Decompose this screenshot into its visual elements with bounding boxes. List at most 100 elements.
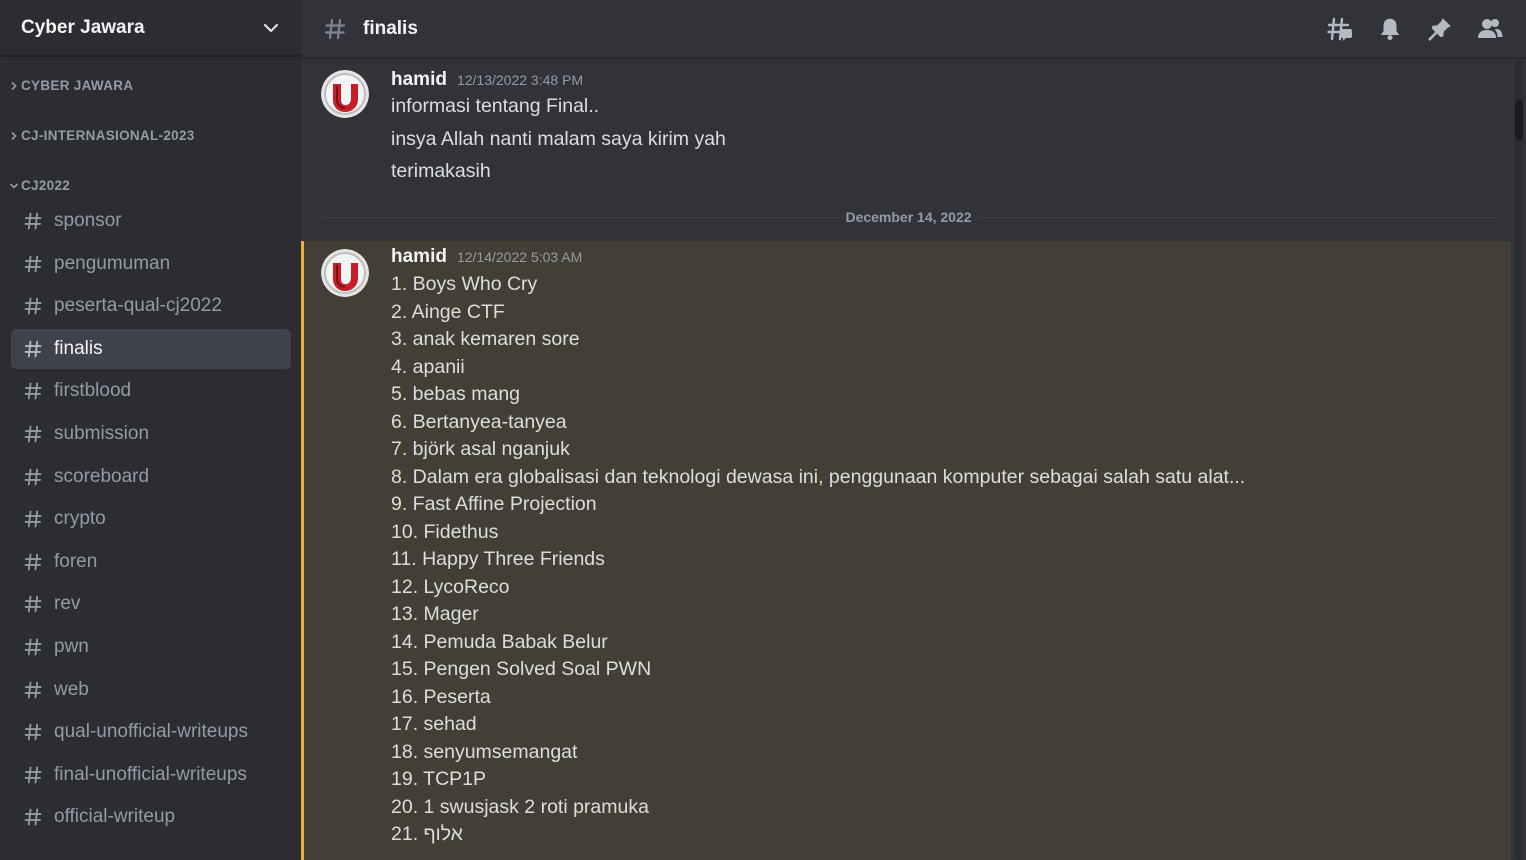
- hash-icon: [24, 297, 42, 315]
- message-line: 1. Boys Who Cry: [391, 273, 538, 295]
- message-line: 7. björk asal nganjuk: [391, 438, 570, 460]
- message-line: 8. Dalam era globalisasi dan teknologi d…: [391, 465, 1246, 488]
- date-divider-label: December 14, 2022: [839, 209, 978, 225]
- author-name[interactable]: hamid: [391, 246, 447, 268]
- message-line: 9. Fast Affine Projection: [391, 493, 597, 515]
- timestamp: 12/13/2022 3:48 PM: [456, 72, 584, 88]
- category-label: CJ-INTERNASIONAL-2023: [21, 128, 195, 143]
- message-line: 18. senyumsemangat: [391, 740, 578, 763]
- channel-item-qual-unofficial-writeups[interactable]: qual-unofficial-writeups: [11, 712, 291, 752]
- scrollbar-thumb[interactable]: [1515, 100, 1523, 140]
- hash-icon: [24, 340, 42, 358]
- author-name[interactable]: hamid: [391, 69, 447, 91]
- message-line: 16. Peserta: [391, 685, 491, 708]
- category-cj-internasional-2023[interactable]: CJ-INTERNASIONAL-2023: [8, 128, 195, 143]
- scrollbar[interactable]: [1515, 60, 1523, 860]
- chevron-right-icon: [11, 131, 17, 140]
- message-line: 5. bebas mang: [391, 383, 521, 405]
- message-header: hamid 12/14/2022 5:03 AM: [391, 246, 582, 268]
- chat-area: finalis hamid 12/13/2022 3:48 PM informa…: [301, 0, 1526, 860]
- channel-item-foren[interactable]: foren: [11, 542, 291, 582]
- message-line: 20. 1 swusjask 2 roti pramuka: [391, 795, 649, 818]
- hash-icon: [24, 638, 42, 656]
- message-line: 21. אלוף: [391, 823, 463, 845]
- message-line: 10. Fidethus: [391, 520, 499, 543]
- channel-item-pwn[interactable]: pwn: [11, 627, 291, 667]
- threads-icon[interactable]: [1326, 15, 1354, 43]
- message-line: informasi tentang Final..: [391, 95, 600, 117]
- channel-label: sponsor: [54, 210, 122, 231]
- server-name: Cyber Jawara: [21, 16, 145, 38]
- channel-item-rev[interactable]: rev: [11, 584, 291, 624]
- channel-item-final-unofficial-writeups[interactable]: final-unofficial-writeups: [11, 755, 291, 795]
- channel-item-firstblood[interactable]: firstblood: [11, 371, 291, 411]
- message-line: 13. Mager: [391, 603, 479, 625]
- channel-label: scoreboard: [54, 465, 150, 487]
- message-line: 17. sehad: [391, 713, 477, 735]
- hash-icon: [24, 212, 42, 230]
- hash-icon: [24, 808, 42, 826]
- message-line: 19. TCP1P: [391, 768, 487, 790]
- category-label: CYBER JAWARA: [21, 78, 134, 93]
- channel-item-web[interactable]: web: [11, 670, 291, 710]
- chevron-down-icon: [9, 182, 19, 189]
- category-label: CJ2022: [21, 178, 71, 193]
- message-header: hamid 12/13/2022 3:48 PM: [391, 69, 583, 91]
- channel-label: rev: [54, 593, 81, 615]
- chevron-right-icon: [11, 81, 17, 90]
- hash-icon: [24, 595, 42, 613]
- channel-label: foren: [54, 550, 98, 572]
- avatar[interactable]: [321, 249, 369, 297]
- date-divider: December 14, 2022: [321, 209, 1496, 225]
- message[interactable]: hamid 12/13/2022 3:48 PM informasi tenta…: [301, 59, 1511, 209]
- message-list[interactable]: hamid 12/13/2022 3:48 PM informasi tenta…: [301, 59, 1526, 860]
- channel-label: official-writeup: [54, 806, 176, 828]
- members-icon[interactable]: [1476, 15, 1504, 43]
- hash-icon: [24, 681, 42, 699]
- channel-label: peserta-qual-cj2022: [54, 295, 222, 317]
- channel-title: finalis: [363, 17, 418, 39]
- pin-icon[interactable]: [1426, 15, 1454, 43]
- header-toolbar: [1326, 0, 1526, 58]
- message-line: 4. apanii: [391, 355, 465, 378]
- channel-sidebar: Cyber Jawara CYBER JAWARA CJ-INTERNASION…: [0, 0, 301, 860]
- chevron-down-icon[interactable]: [261, 18, 281, 38]
- channel-header: finalis: [301, 0, 1526, 58]
- channel-item-finalis[interactable]: finalis: [11, 328, 291, 369]
- channel-item-crypto[interactable]: crypto: [11, 499, 291, 539]
- channel-label: submission: [54, 423, 150, 444]
- message-line: 14. Pemuda Babak Belur: [391, 630, 608, 653]
- channel-label: qual-unofficial-writeups: [54, 721, 248, 743]
- channel-item-pengumuman[interactable]: pengumuman: [11, 244, 291, 284]
- message-line: 6. Bertanyea-tanyea: [391, 410, 567, 433]
- channel-label: web: [54, 678, 89, 700]
- avatar[interactable]: [321, 70, 369, 118]
- message-line: 11. Happy Three Friends: [391, 548, 605, 570]
- message-line: 2. Ainge CTF: [391, 300, 505, 323]
- hash-icon: [24, 382, 42, 400]
- channel-label: finalis: [54, 337, 103, 359]
- hash-icon: [24, 723, 42, 741]
- channel-label: pengumuman: [54, 252, 171, 274]
- discord-window: Cyber Jawara CYBER JAWARA CJ-INTERNASION…: [0, 0, 1526, 860]
- channel-item-scoreboard[interactable]: scoreboard: [11, 457, 291, 497]
- channel-label: firstblood: [54, 380, 132, 402]
- channel-item-submission[interactable]: submission: [11, 414, 291, 454]
- hash-icon: [24, 425, 42, 443]
- server-header[interactable]: Cyber Jawara: [0, 0, 301, 56]
- channel-item-sponsor[interactable]: sponsor: [11, 201, 291, 241]
- channel-item-peserta-qual-cj2022[interactable]: peserta-qual-cj2022: [11, 286, 291, 326]
- category-cyber-jawara[interactable]: CYBER JAWARA: [8, 78, 133, 93]
- channel-item-official-writeup[interactable]: official-writeup: [11, 797, 291, 837]
- message-highlighted[interactable]: hamid 12/14/2022 5:03 AM 1. Boys Who Cry…: [301, 241, 1511, 860]
- category-cj2022[interactable]: CJ2022: [8, 178, 70, 193]
- channel-label: final-unofficial-writeups: [54, 763, 247, 785]
- hash-icon: [24, 255, 42, 273]
- bell-icon[interactable]: [1376, 15, 1404, 43]
- message-line: 12. LycoReco: [391, 575, 510, 598]
- hash-icon: [324, 18, 346, 39]
- channel-label: crypto: [54, 508, 106, 530]
- message-line: 3. anak kemaren sore: [391, 328, 580, 350]
- message-line: 15. Pengen Solved Soal PWN: [391, 658, 652, 680]
- hash-icon: [24, 553, 42, 571]
